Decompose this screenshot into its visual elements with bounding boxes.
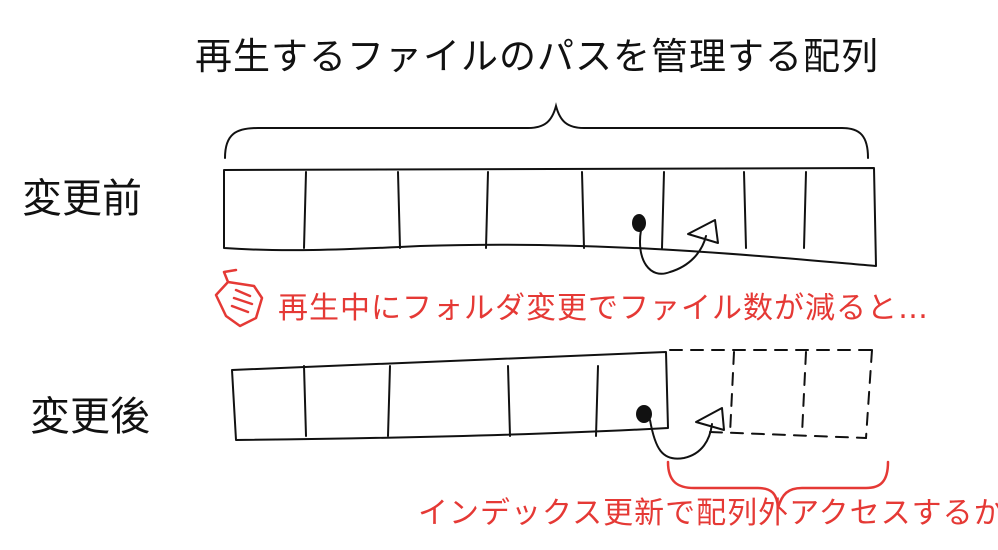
before-array <box>223 167 877 267</box>
removed-cell-divider <box>729 351 735 435</box>
arrow-head-before <box>687 219 719 244</box>
out-of-bounds-note: インデックス更新で配列外アクセスするかも <box>418 496 998 531</box>
array-cell-divider <box>581 171 585 249</box>
arrow-loop-after <box>649 419 713 460</box>
removed-right-edge <box>865 349 873 439</box>
after-label: 変更後 <box>30 394 150 440</box>
removed-cells <box>669 349 873 439</box>
array-cell-divider <box>595 365 599 437</box>
removed-cell-divider <box>801 351 807 435</box>
array-cell-divider <box>397 171 401 249</box>
array-cell-divider <box>387 365 391 437</box>
arrow-head-after <box>695 407 725 431</box>
array-cell-divider <box>507 365 511 437</box>
index-pointer-before <box>632 214 646 232</box>
array-cell-divider <box>743 171 747 249</box>
array-outline-before <box>223 167 877 267</box>
array-cell-divider <box>485 171 489 249</box>
pointing-hand-icon <box>214 268 264 328</box>
array-cell-divider <box>303 171 307 249</box>
removed-bottom-edge <box>709 431 867 439</box>
folder-change-note: 再生中にフォルダ変更でファイル数が減ると… <box>278 291 929 326</box>
diagram-title: 再生するファイルのパスを管理する配列 <box>195 35 879 78</box>
array-brace-top <box>224 102 869 159</box>
before-label: 変更前 <box>22 176 142 222</box>
after-array <box>231 351 669 441</box>
array-cell-divider <box>803 171 807 249</box>
array-cell-divider <box>303 365 307 437</box>
array-outline-after <box>231 351 669 441</box>
diagram-canvas <box>214 102 890 509</box>
array-cell-divider <box>661 171 665 249</box>
